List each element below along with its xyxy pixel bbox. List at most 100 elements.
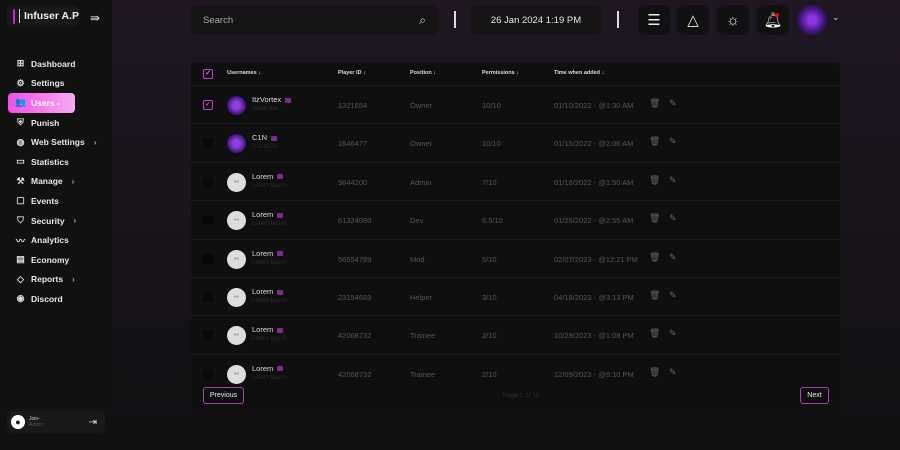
sidebar-item-statistics[interactable]: ▭ Statistics [8, 152, 108, 172]
previous-button[interactable]: Previous [203, 387, 244, 404]
sidebar-item-reports[interactable]: ◇ Reports › [8, 270, 108, 290]
globe-icon: ◍ [16, 136, 25, 147]
table-row[interactable]: •• Lorem Lorem Ipsum 23154683 Helper 3/1… [191, 277, 840, 315]
table-row[interactable]: C1N CnCnCnn 1646477 Owner 10/10 01/15/20… [191, 123, 840, 161]
edit-pencil-icon[interactable]: ✎ [669, 328, 677, 339]
row-checkbox[interactable]: ✓ [203, 100, 213, 110]
column-usernames[interactable]: Usernames ↓ [227, 70, 261, 76]
divider [617, 11, 619, 28]
layers-icon: ☰ [647, 12, 661, 29]
discord-icon: ◉ [16, 293, 25, 304]
discord-avatar-icon: •• [227, 172, 246, 192]
search-input[interactable]: Search ⌕ [191, 5, 438, 35]
sidebar-item-security[interactable]: ⛉ Security › [8, 211, 108, 231]
trash-icon[interactable]: 🗑︎ [649, 252, 660, 263]
sidebar-item-punish[interactable]: ⛨ Punish [8, 113, 108, 133]
username: Lorem [252, 364, 284, 373]
row-checkbox[interactable] [203, 138, 213, 149]
permissions: 7/10 [482, 177, 497, 187]
row-checkbox[interactable] [203, 215, 213, 226]
table-row[interactable]: ✓ ItzVortex Stack Ste... 1321654 Owner 1… [191, 85, 840, 123]
table-row[interactable]: •• Lorem Lorem Ipsum 42068732 Trainee 2/… [191, 353, 840, 392]
user-subtitle: Stack Ste... [252, 106, 283, 112]
sidebar-item-analytics[interactable]: 〰 Analytics [8, 230, 108, 250]
brand-mark [13, 8, 16, 24]
bell-icon: 🔔︎ [763, 12, 783, 29]
table-row[interactable]: •• Lorem Lorem Ipsum 56654789 Mod 5/10 0… [191, 238, 840, 277]
row-checkbox[interactable] [203, 292, 213, 302]
player-id: 61324080 [338, 216, 372, 226]
pyramid-button[interactable]: △ [677, 5, 709, 35]
edit-pencil-icon[interactable]: ✎ [669, 213, 677, 224]
trash-icon[interactable]: 🗑︎ [649, 175, 660, 186]
edit-pencil-icon[interactable]: ✎ [669, 136, 677, 147]
position: Mod [410, 254, 425, 264]
chevron-down-icon[interactable]: ⌄ [832, 12, 840, 23]
player-id: 42068732 [338, 331, 372, 341]
sidebar-item-economy[interactable]: ▤ Economy [8, 250, 108, 270]
sidebar-item-web-settings[interactable]: ◍ Web Settings › [8, 132, 108, 152]
row-checkbox[interactable] [203, 253, 213, 264]
collapse-sidebar-icon[interactable]: ⇛ [90, 11, 100, 25]
trash-icon[interactable]: 🗑︎ [649, 367, 660, 378]
notifications-button[interactable]: 🔔︎ [757, 5, 789, 35]
trash-icon[interactable]: 🗑︎ [649, 290, 660, 301]
logout-icon[interactable]: ⇥ [89, 417, 97, 428]
column-position[interactable]: Position ↓ [410, 70, 436, 76]
row-checkbox[interactable] [203, 368, 213, 379]
discord-avatar-icon: •• [227, 288, 246, 307]
sidebar-item-label: Economy [31, 254, 70, 265]
trash-icon[interactable]: 🗑︎ [649, 136, 660, 147]
sidebar-nav: ⊞ Dashboard ⚙ Settings 👥 Users - ⛨ Punish ◍ Web S… [8, 54, 108, 309]
ticket-icon: ◇ [17, 273, 24, 284]
table-row[interactable]: •• Lorem Lorem Ipsum 61324080 Dev 6.5/10… [191, 200, 840, 238]
edit-pencil-icon[interactable]: ✎ [669, 367, 677, 378]
user-profile[interactable]: ● Join- Admin ⇥ [7, 411, 105, 433]
users-table: ✓ Usernames ↓ Player ID ↓ Position ↓ Per… [191, 62, 840, 410]
shield-icon: ⛨ [17, 117, 24, 128]
divider [454, 11, 456, 28]
user-subtitle: Lorem Ipsum [252, 182, 288, 189]
brand-logo[interactable]: Infuser A.P [7, 5, 79, 27]
edit-pencil-icon[interactable]: ✎ [669, 175, 677, 186]
time-added: 01/15/2022 - @2:06 AM [554, 139, 634, 149]
user-subtitle: Lorem Ipsum [252, 374, 288, 381]
theme-toggle-button[interactable]: ☼ [717, 5, 749, 35]
sidebar-item-dashboard[interactable]: ⊞ Dashboard [8, 54, 108, 74]
column-permissions[interactable]: Permissions ↓ [482, 70, 519, 76]
discord-avatar-icon: •• [227, 326, 246, 346]
column-time-added[interactable]: Time when added ↓ [554, 70, 604, 76]
dashboard-icon: ⊞ [16, 58, 25, 69]
sidebar-item-manage[interactable]: ⚒ Manage › [8, 172, 108, 192]
layers-button[interactable]: ☰ [638, 5, 670, 35]
row-checkbox[interactable] [203, 176, 213, 187]
player-id: 1646477 [338, 139, 368, 149]
time-added: 10/29/2023 - @1:08 PM [554, 331, 634, 341]
user-subtitle: Lorem Ipsum [252, 298, 288, 304]
select-all-checkbox[interactable]: ✓ [203, 69, 213, 79]
table-row[interactable]: •• Lorem Lorem Ipsum 9844200 Admin 7/10 … [191, 161, 840, 200]
sidebar-item-discord[interactable]: ◉ Discord [8, 289, 108, 309]
user-avatar-icon: ● [11, 415, 25, 429]
trash-icon[interactable]: 🗑︎ [649, 98, 660, 109]
column-player-id[interactable]: Player ID ↓ [338, 70, 366, 76]
permissions: 2/10 [482, 369, 497, 379]
edit-pencil-icon[interactable]: ✎ [669, 98, 677, 109]
player-id: 42068732 [338, 369, 372, 379]
sidebar-item-users[interactable]: 👥 Users - [8, 93, 75, 113]
sidebar-item-events[interactable]: ▢ Events [8, 191, 108, 211]
trash-icon[interactable]: 🗑︎ [649, 213, 660, 224]
badge-icon [277, 366, 284, 372]
position: Admin [410, 177, 432, 187]
sidebar-item-settings[interactable]: ⚙ Settings [8, 74, 108, 94]
profile-avatar[interactable] [797, 5, 827, 35]
table-row[interactable]: •• Lorem Lorem Ipsum 42068732 Trainee 2/… [191, 315, 840, 353]
edit-pencil-icon[interactable]: ✎ [669, 252, 677, 263]
trash-icon[interactable]: 🗑︎ [649, 328, 660, 339]
sidebar-item-label: Discord [31, 293, 63, 304]
sidebar-item-label: Analytics [31, 235, 69, 246]
edit-pencil-icon[interactable]: ✎ [669, 290, 677, 301]
row-checkbox[interactable] [203, 330, 213, 341]
next-button[interactable]: Next [800, 387, 829, 404]
search-icon[interactable]: ⌕ [419, 13, 426, 28]
